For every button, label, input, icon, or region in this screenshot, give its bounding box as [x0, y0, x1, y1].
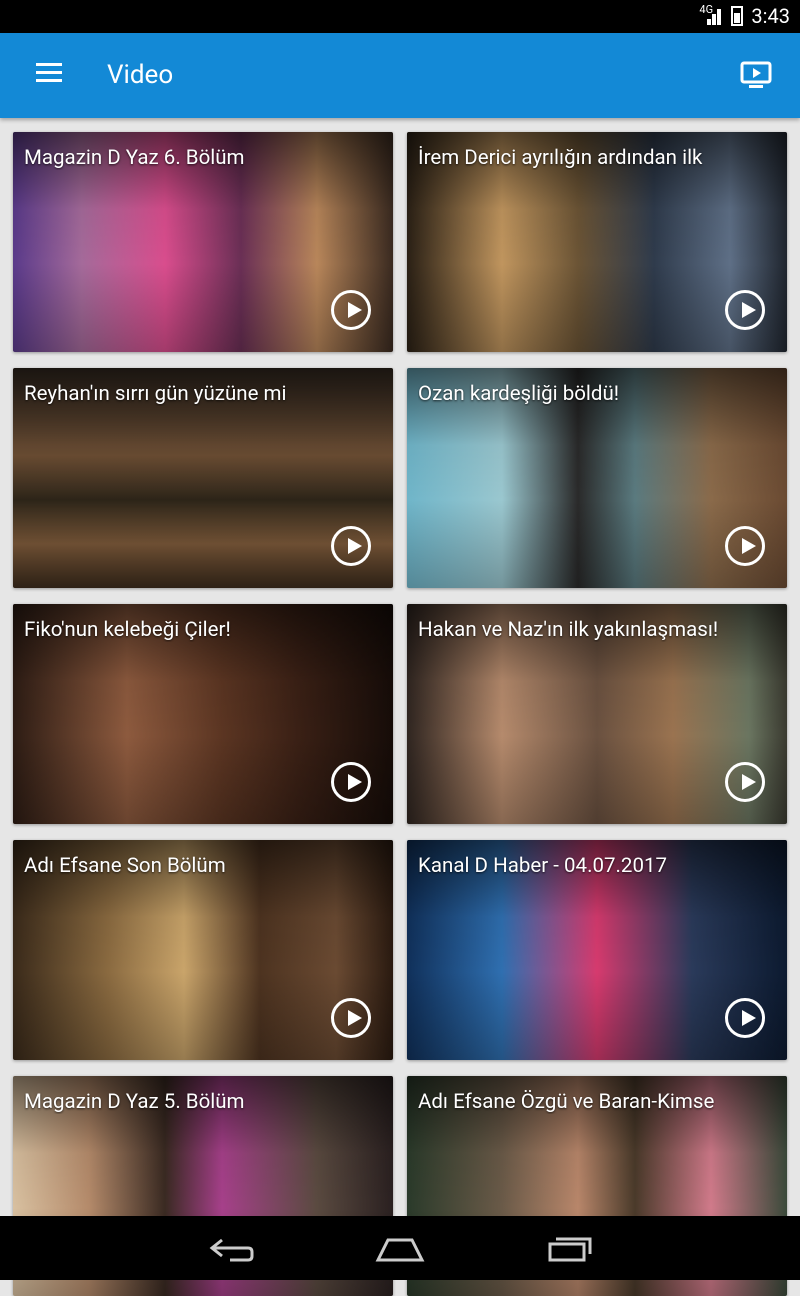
play-icon[interactable] [331, 526, 371, 566]
play-icon[interactable] [725, 998, 765, 1038]
play-icon[interactable] [725, 526, 765, 566]
tv-icon[interactable] [740, 60, 772, 90]
video-title: Ozan kardeşliği böldü! [418, 382, 620, 406]
video-title: Hakan ve Naz'ın ilk yakınlaşması! [418, 618, 719, 642]
video-title: Adı Efsane Özgü ve Baran-Kimse [418, 1090, 715, 1114]
clock: 3:43 [751, 4, 790, 28]
video-card[interactable]: İrem Derici ayrılığın ardından ilk [407, 132, 787, 352]
video-card[interactable]: Fiko'nun kelebeği Çiler! [13, 604, 393, 824]
play-icon[interactable] [331, 998, 371, 1038]
app-bar: Video [0, 33, 800, 118]
back-icon[interactable] [200, 1230, 260, 1266]
status-bar: 4G 3:43 [0, 0, 800, 33]
video-title: Magazin D Yaz 6. Bölüm [24, 146, 245, 170]
play-icon[interactable] [331, 290, 371, 330]
recent-apps-icon[interactable] [540, 1230, 600, 1266]
video-title: Adı Efsane Son Bölüm [24, 854, 226, 878]
video-title: Kanal D Haber - 04.07.2017 [418, 854, 668, 878]
video-card[interactable]: Magazin D Yaz 6. Bölüm [13, 132, 393, 352]
play-icon[interactable] [725, 290, 765, 330]
status-icons: 4G 3:43 [699, 3, 790, 28]
video-card[interactable]: Reyhan'ın sırrı gün yüzüne mi [13, 368, 393, 588]
video-card[interactable]: Hakan ve Naz'ın ilk yakınlaşması! [407, 604, 787, 824]
battery-icon [731, 6, 744, 26]
video-card[interactable]: Kanal D Haber - 04.07.2017 [407, 840, 787, 1060]
video-card[interactable]: Adı Efsane Son Bölüm [13, 840, 393, 1060]
network-type-label: 4G [699, 3, 714, 16]
video-title: Reyhan'ın sırrı gün yüzüne mi [24, 382, 287, 406]
video-title: Magazin D Yaz 5. Bölüm [24, 1090, 245, 1114]
page-title: Video [107, 60, 174, 90]
play-icon[interactable] [331, 762, 371, 802]
home-icon[interactable] [370, 1230, 430, 1266]
signal-icon: 4G [699, 3, 723, 27]
menu-icon[interactable] [36, 63, 62, 83]
video-card[interactable]: Ozan kardeşliği böldü! [407, 368, 787, 588]
video-title: Fiko'nun kelebeği Çiler! [24, 618, 231, 642]
video-title: İrem Derici ayrılığın ardından ilk [418, 146, 703, 170]
play-icon[interactable] [725, 762, 765, 802]
navigation-bar [0, 1216, 800, 1280]
